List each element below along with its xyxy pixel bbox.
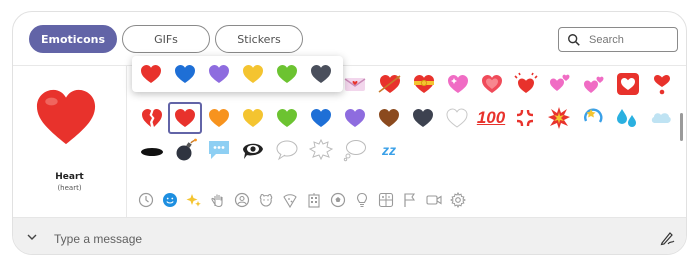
bomb-icon[interactable]	[168, 134, 202, 166]
heart-with-ribbon-icon[interactable]	[407, 68, 441, 100]
heart-with-arrow-icon[interactable]	[373, 68, 407, 100]
preview-name: Heart	[55, 172, 84, 182]
two-hearts-icon[interactable]	[577, 68, 611, 100]
dizzy-icon[interactable]	[576, 102, 610, 134]
building-icon[interactable]	[306, 192, 322, 208]
right-anger-bubble-icon[interactable]	[304, 134, 338, 166]
food-icon[interactable]	[282, 192, 298, 208]
skin-tone-popup	[132, 56, 343, 92]
thought-balloon-icon[interactable]	[338, 134, 372, 166]
flag-icon[interactable]	[402, 192, 418, 208]
speech-balloon-icon[interactable]	[202, 134, 236, 166]
purple-heart-icon[interactable]	[338, 102, 372, 134]
popup-yellow-heart-icon[interactable]	[241, 62, 265, 86]
brown-heart-icon[interactable]	[372, 102, 406, 134]
popup-purple-heart-icon[interactable]	[207, 62, 231, 86]
hand-icon[interactable]	[210, 192, 226, 208]
collision-icon[interactable]	[542, 102, 576, 134]
red-heart-icon[interactable]	[168, 102, 202, 134]
blue-heart-icon[interactable]	[304, 102, 338, 134]
growing-heart-icon[interactable]	[475, 68, 509, 100]
emoji-picker-panel: Emoticons GIFs Stickers Heart (heart)	[12, 11, 687, 255]
header-divider	[13, 65, 686, 66]
sweat-droplets-icon[interactable]	[610, 102, 644, 134]
smiley-icon[interactable]	[162, 192, 178, 208]
beating-heart-icon[interactable]	[509, 68, 543, 100]
popup-black-heart-icon[interactable]	[309, 62, 333, 86]
tab-stickers[interactable]: Stickers	[215, 25, 303, 53]
popup-red-heart-icon[interactable]	[139, 62, 163, 86]
anger-symbol-icon[interactable]	[508, 102, 542, 134]
grid-scrollbar[interactable]	[680, 113, 683, 141]
popup-blue-heart-icon[interactable]	[173, 62, 197, 86]
love-letter-icon[interactable]	[338, 68, 372, 100]
left-speech-bubble-icon[interactable]	[270, 134, 304, 166]
person-icon[interactable]	[234, 192, 250, 208]
eye-in-speech-bubble-icon[interactable]	[236, 134, 270, 166]
tab-emoticons[interactable]: Emoticons	[29, 25, 117, 53]
bulb-icon[interactable]	[354, 192, 370, 208]
ball-icon[interactable]	[330, 192, 346, 208]
video-icon[interactable]	[426, 192, 442, 208]
popup-green-heart-icon[interactable]	[275, 62, 299, 86]
broken-heart-icon[interactable]	[135, 102, 169, 134]
category-bar	[126, 186, 686, 216]
message-input[interactable]	[52, 228, 616, 250]
dashing-away-icon[interactable]	[644, 102, 678, 134]
preview-heart-icon	[36, 89, 96, 145]
yellow-heart-icon[interactable]	[236, 102, 270, 134]
heart-exclamation-icon[interactable]	[645, 68, 679, 100]
compose-bar	[13, 217, 686, 254]
zzz-text: zz	[382, 142, 396, 158]
white-heart-icon[interactable]	[440, 102, 474, 134]
hundred-points-icon[interactable]: 100	[474, 102, 508, 134]
heart-decoration-icon[interactable]	[611, 68, 645, 100]
preview-shortcode: (heart)	[57, 184, 82, 192]
black-heart-icon[interactable]	[406, 102, 440, 134]
hundred-points-text: 100	[476, 108, 506, 127]
recent-icon[interactable]	[138, 192, 154, 208]
green-heart-icon[interactable]	[270, 102, 304, 134]
format-icon[interactable]	[659, 230, 675, 246]
search-box[interactable]	[558, 27, 678, 52]
chevron-down-icon[interactable]	[26, 231, 38, 243]
sparkling-heart-icon[interactable]	[441, 68, 475, 100]
revolving-hearts-icon[interactable]	[543, 68, 577, 100]
gear-icon[interactable]	[450, 192, 466, 208]
sparkle-icon[interactable]	[186, 192, 202, 208]
hole-icon[interactable]	[135, 134, 169, 166]
orange-heart-icon[interactable]	[202, 102, 236, 134]
symbols-icon[interactable]	[378, 192, 394, 208]
search-input[interactable]	[587, 32, 671, 47]
tab-gifs[interactable]: GIFs	[122, 25, 210, 53]
search-icon	[568, 33, 580, 46]
animal-icon[interactable]	[258, 192, 274, 208]
zzz-icon[interactable]: zz	[372, 134, 406, 166]
